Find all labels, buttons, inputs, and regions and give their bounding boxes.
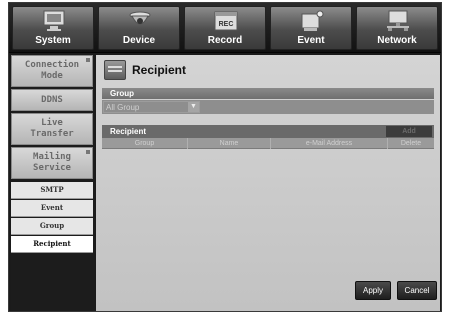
expand-indicator-icon <box>86 150 90 154</box>
page-title: Recipient <box>132 63 187 77</box>
recipient-section-header: Recipient Add <box>102 125 434 138</box>
sidebar-item-label: Connection Mode <box>24 60 80 81</box>
chevron-down-icon: ▼ <box>188 102 199 112</box>
sidebar-subitem-smtp[interactable]: SMTP <box>11 182 93 199</box>
sidebar-item-mailing-service[interactable]: Mailing Service <box>11 147 93 179</box>
sidebar-subitem-event[interactable]: Event <box>11 200 93 217</box>
monitor-icon <box>43 10 65 31</box>
recipient-panel: Recipient Group All Group ▼ Recipient Ad… <box>96 55 440 311</box>
tab-record-label: Record <box>207 35 243 46</box>
column-delete: Delete <box>400 140 422 147</box>
event-icon <box>301 10 324 31</box>
sidebar-item-label: DDNS <box>41 94 63 105</box>
tab-event-label: Event <box>297 35 325 46</box>
tab-system-label: System <box>35 35 71 46</box>
add-button[interactable]: Add <box>386 126 432 137</box>
column-group: Group <box>102 138 188 149</box>
network-icon <box>387 10 409 31</box>
column-email: e-Mail Address <box>271 138 388 149</box>
group-select[interactable]: All Group ▼ <box>103 101 200 113</box>
tab-device[interactable]: Device <box>98 6 180 50</box>
expand-indicator-icon <box>86 58 90 62</box>
group-row: All Group ▼ <box>102 100 434 114</box>
sidebar-subitem-group[interactable]: Group <box>11 218 93 235</box>
tab-network-label: Network <box>377 35 417 46</box>
tab-record[interactable]: REC Record <box>184 6 266 50</box>
sidebar-subitem-recipient[interactable]: Recipient <box>11 236 93 253</box>
camera-icon <box>129 11 151 25</box>
sidebar-item-live-transfer[interactable]: Live Transfer <box>11 113 93 145</box>
group-section-header: Group <box>102 88 434 99</box>
top-nav: System Device REC Record Event Network <box>9 3 441 53</box>
sidebar-item-label: Mailing Service <box>33 152 71 173</box>
apply-button[interactable]: Apply <box>355 281 391 300</box>
recipient-header-label: Recipient <box>110 127 147 136</box>
sidebar-item-connection-mode[interactable]: Connection Mode <box>11 55 93 87</box>
cancel-button[interactable]: Cancel <box>397 281 437 300</box>
mail-settings-icon <box>104 60 126 80</box>
svg-text:REC: REC <box>219 21 234 28</box>
tab-network[interactable]: Network <box>356 6 438 50</box>
group-select-value: All Group <box>106 103 140 112</box>
tab-device-label: Device <box>122 35 156 46</box>
sidebar-item-label: Live Transfer <box>30 118 74 139</box>
tab-event[interactable]: Event <box>270 6 352 50</box>
record-icon: REC <box>214 11 238 31</box>
dvr-window: System Device REC Record Event Network C… <box>8 2 442 312</box>
recipient-table-header: Group Name e-Mail Address Delete <box>102 138 434 149</box>
sidebar-item-ddns[interactable]: DDNS <box>11 89 93 111</box>
sidebar: Connection Mode DDNS Live Transfer Maili… <box>11 55 95 311</box>
tab-system[interactable]: System <box>12 6 94 50</box>
column-name: Name <box>188 138 271 149</box>
